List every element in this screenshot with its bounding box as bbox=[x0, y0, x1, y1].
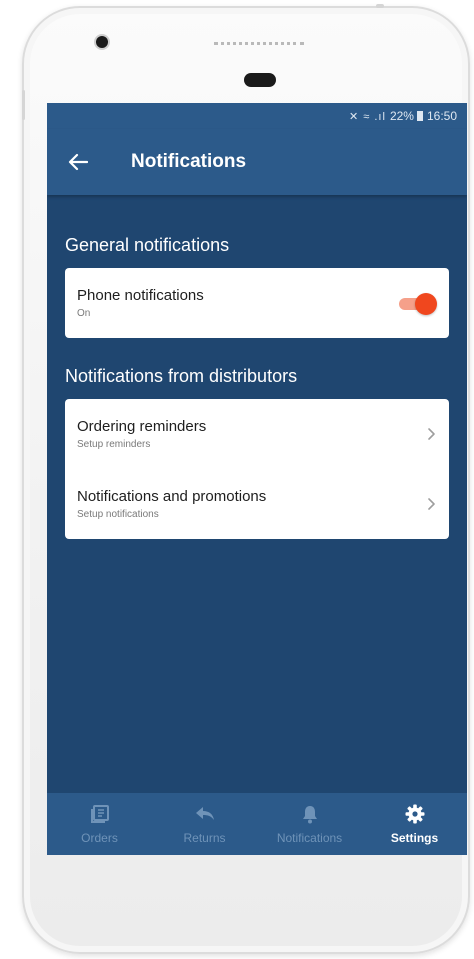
phone-screen: ✕ ≈ .ıl 22% 16:50 Notifications General … bbox=[47, 103, 467, 855]
phone-top-button bbox=[376, 4, 384, 8]
nav-label: Notifications bbox=[276, 831, 343, 845]
toggle-thumb bbox=[415, 293, 437, 315]
signal-icons: ✕ ≈ .ıl bbox=[349, 110, 386, 123]
arrow-left-icon[interactable] bbox=[65, 149, 91, 175]
nav-label: Orders bbox=[81, 831, 118, 845]
section-title-general: General notifications bbox=[65, 235, 230, 255]
bell-icon bbox=[299, 803, 321, 825]
status-bar: ✕ ≈ .ıl 22% 16:50 bbox=[47, 103, 467, 129]
row-subtitle: Setup reminders bbox=[77, 439, 151, 450]
gear-icon bbox=[404, 803, 426, 825]
nav-notifications[interactable]: Notifications bbox=[257, 793, 362, 855]
bottom-navigation: Orders Returns Notifications Settings bbox=[47, 793, 467, 855]
phone-notifications-row[interactable]: Phone notifications On bbox=[65, 268, 449, 338]
settings-content: General notifications Phone notification… bbox=[47, 235, 467, 539]
phone-notifications-toggle[interactable] bbox=[399, 293, 437, 315]
row-title: Notifications and promotions bbox=[77, 488, 267, 505]
row-title: Phone notifications bbox=[77, 287, 204, 304]
ordering-reminders-row[interactable]: Ordering reminders Setup reminders bbox=[65, 399, 449, 469]
returns-icon bbox=[194, 803, 216, 825]
battery-icon bbox=[416, 111, 423, 121]
nav-label: Settings bbox=[390, 831, 439, 845]
distributors-card: Ordering reminders Setup reminders Notif… bbox=[65, 399, 449, 539]
orders-icon bbox=[89, 803, 111, 825]
front-camera bbox=[96, 36, 108, 48]
chevron-right-icon bbox=[428, 428, 435, 440]
status-time: 16:50 bbox=[426, 109, 457, 123]
nav-label: Returns bbox=[183, 831, 226, 845]
row-subtitle: On bbox=[77, 308, 91, 319]
chevron-right-icon bbox=[428, 498, 435, 510]
phone-side-button bbox=[22, 90, 25, 120]
nav-settings[interactable]: Settings bbox=[362, 793, 467, 855]
stage: ✕ ≈ .ıl 22% 16:50 Notifications General … bbox=[0, 0, 474, 959]
general-card: Phone notifications On bbox=[65, 268, 449, 338]
battery-level: 22% bbox=[389, 109, 414, 123]
earpiece bbox=[244, 73, 276, 87]
nav-returns[interactable]: Returns bbox=[152, 793, 257, 855]
section-title-distributors: Notifications from distributors bbox=[65, 366, 298, 386]
row-subtitle: Setup notifications bbox=[77, 509, 159, 520]
nav-orders[interactable]: Orders bbox=[47, 793, 152, 855]
app-bar: Notifications bbox=[47, 129, 467, 195]
notifications-promotions-row[interactable]: Notifications and promotions Setup notif… bbox=[65, 469, 449, 539]
page-title: Notifications bbox=[131, 151, 247, 172]
row-title: Ordering reminders bbox=[77, 418, 207, 435]
speaker-grill bbox=[214, 42, 304, 45]
